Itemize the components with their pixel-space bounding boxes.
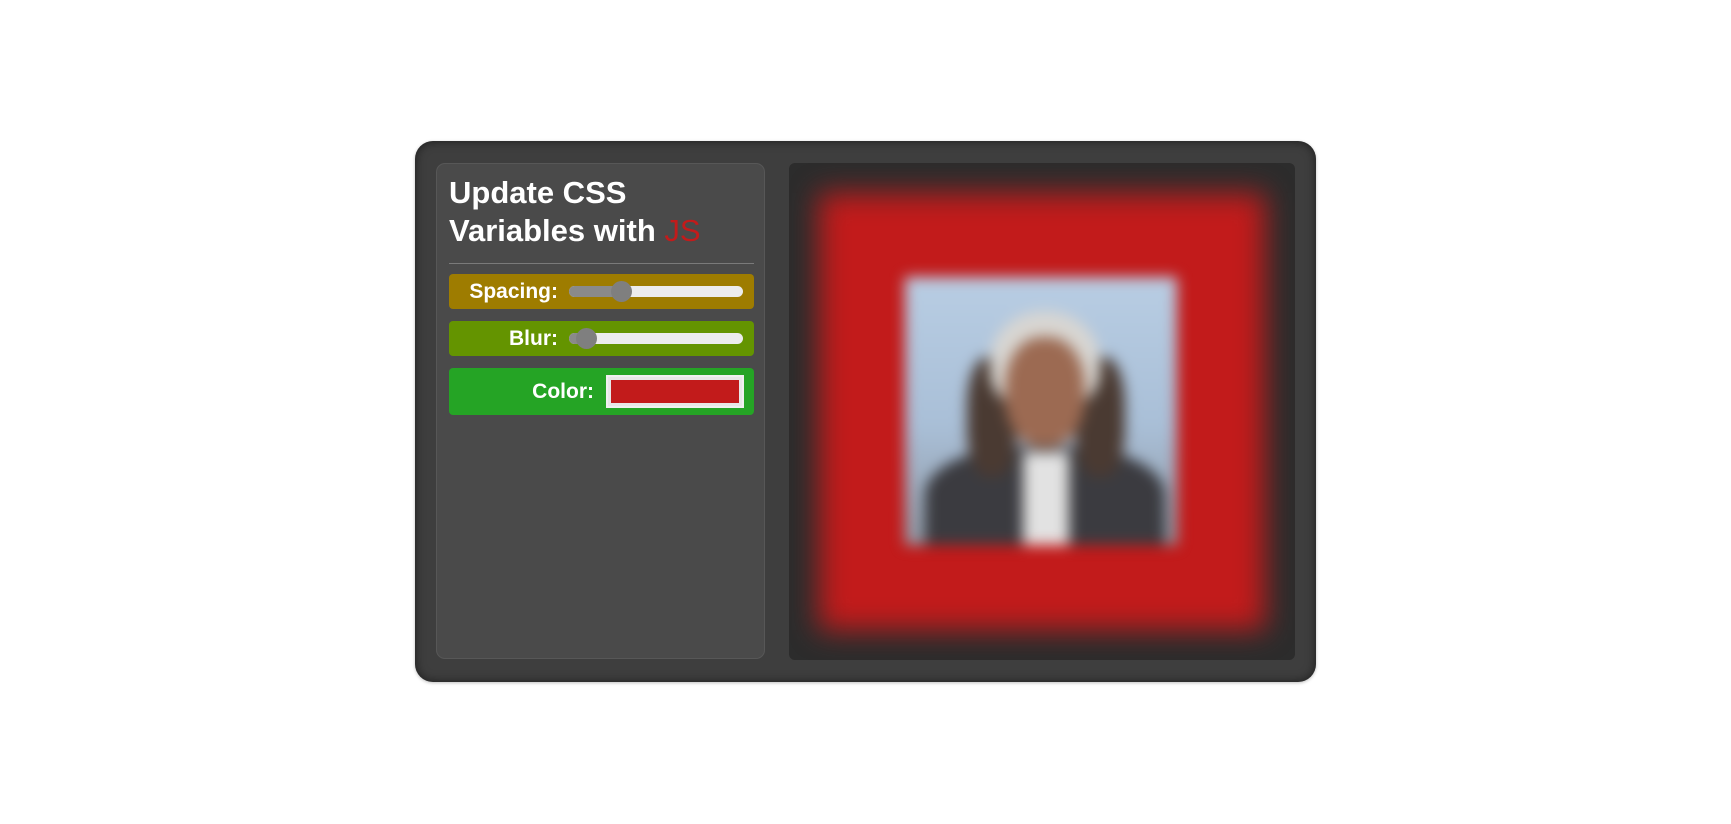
- blur-label: Blur:: [509, 327, 558, 350]
- color-label: Color:: [532, 380, 594, 403]
- page-title: Update CSS Variables with JS: [449, 174, 749, 250]
- color-picker-input[interactable]: [606, 375, 744, 408]
- spacing-label: Spacing:: [469, 280, 558, 303]
- divider: [449, 263, 754, 264]
- portrait-photo: [905, 277, 1177, 545]
- photo-shirt: [1023, 452, 1069, 545]
- blur-slider[interactable]: [569, 328, 743, 349]
- title-main: Update CSS Variables with: [449, 175, 656, 248]
- color-swatch[interactable]: [611, 380, 739, 403]
- color-control: Color:: [449, 368, 754, 415]
- spacing-control: Spacing:: [449, 274, 754, 309]
- title-accent: JS: [664, 213, 701, 248]
- photo-face: [1005, 337, 1085, 447]
- blur-control: Blur:: [449, 321, 754, 356]
- blur-slider-thumb[interactable]: [576, 328, 598, 349]
- app-frame: Update CSS Variables with JS Spacing: Bl…: [415, 141, 1316, 682]
- spacing-slider-thumb[interactable]: [611, 281, 633, 302]
- controls-panel: Update CSS Variables with JS Spacing: Bl…: [436, 163, 765, 659]
- spacing-slider[interactable]: [569, 281, 743, 302]
- preview-area: [789, 163, 1295, 660]
